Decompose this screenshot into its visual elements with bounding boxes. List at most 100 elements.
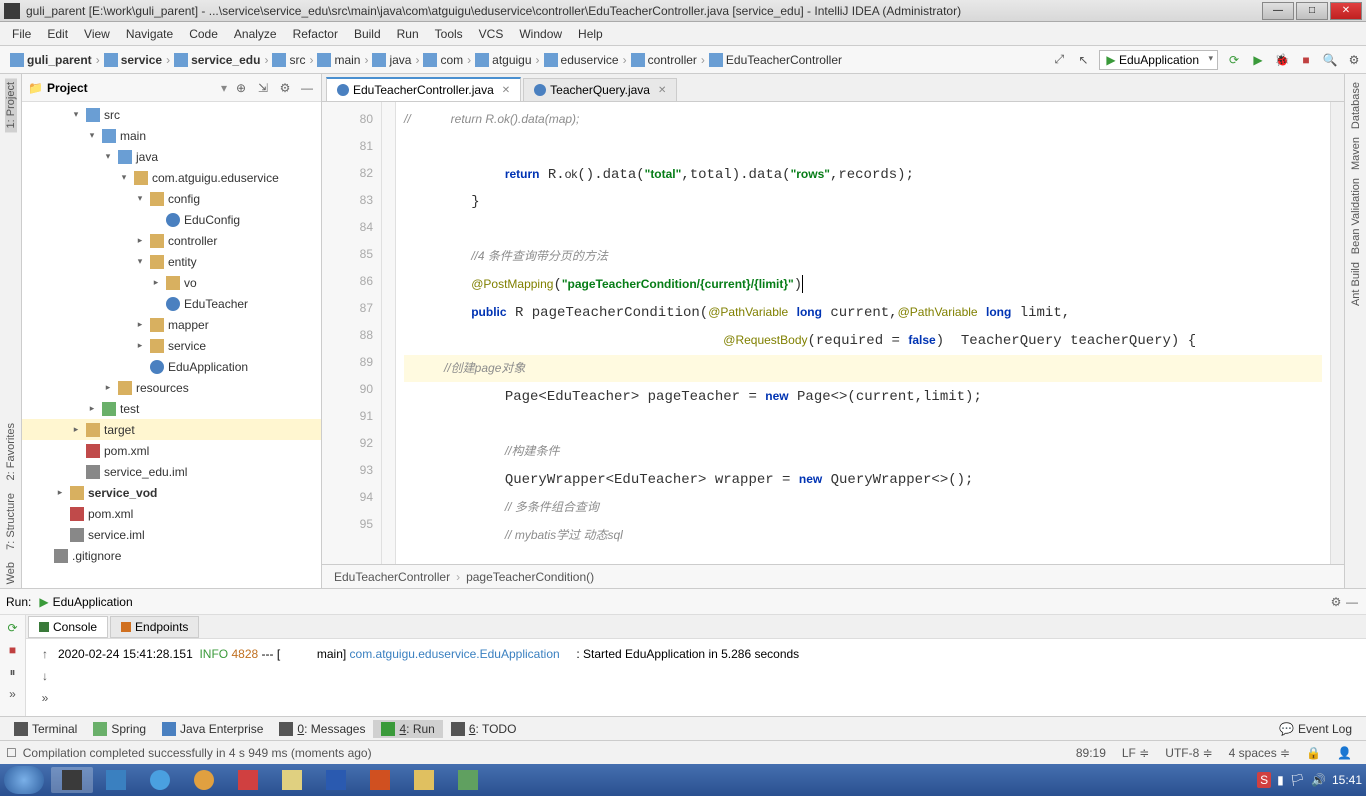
run-config-selector[interactable]: ▶ EduApplication bbox=[1099, 50, 1218, 70]
breadcrumb-item[interactable]: atguigu bbox=[469, 51, 537, 69]
tool-ant-build[interactable]: Ant Build bbox=[1350, 258, 1362, 310]
tray-ime-icon[interactable]: S bbox=[1257, 772, 1271, 788]
task-app2[interactable] bbox=[271, 767, 313, 793]
editor-breadcrumb[interactable]: EduTeacherController › pageTeacherCondit… bbox=[322, 564, 1344, 588]
task-ie[interactable] bbox=[139, 767, 181, 793]
line-separator[interactable]: LF ≑ bbox=[1122, 746, 1149, 760]
endpoints-tab[interactable]: Endpoints bbox=[110, 616, 199, 638]
menu-vcs[interactable]: VCS bbox=[471, 25, 512, 43]
event-log-button[interactable]: 💬 Event Log bbox=[1271, 720, 1360, 738]
tray-clock[interactable]: 15:41 bbox=[1332, 773, 1362, 787]
project-tree[interactable]: ▾src▾main▾java▾com.atguigu.eduservice▾co… bbox=[22, 102, 321, 588]
menu-navigate[interactable]: Navigate bbox=[118, 25, 181, 43]
breadcrumb-item[interactable]: guli_parent bbox=[4, 51, 98, 69]
system-tray[interactable]: S ▮ 🏳 🔊 15:41 bbox=[1257, 772, 1362, 788]
tree-item[interactable]: ▾src bbox=[22, 104, 321, 125]
bottom-tool-todo[interactable]: 6: TODO bbox=[443, 720, 525, 738]
editor-scrollbar[interactable] bbox=[1330, 102, 1344, 564]
menu-tools[interactable]: Tools bbox=[427, 25, 471, 43]
tab-close-icon[interactable]: ✕ bbox=[502, 85, 510, 96]
tree-item[interactable]: ▸service_vod bbox=[22, 482, 321, 503]
more-button[interactable]: » bbox=[4, 685, 22, 703]
task-app1[interactable] bbox=[227, 767, 269, 793]
breadcrumb-item[interactable]: EduTeacherController bbox=[703, 51, 848, 69]
code-editor[interactable]: // return R.ok().data(map); return R.ok(… bbox=[396, 102, 1330, 564]
lock-icon[interactable]: 🔒 bbox=[1306, 746, 1321, 760]
menu-refactor[interactable]: Refactor bbox=[285, 25, 346, 43]
maximize-button[interactable]: □ bbox=[1296, 2, 1328, 20]
caret-position[interactable]: 89:19 bbox=[1076, 746, 1106, 760]
tray-network-icon[interactable]: ▮ bbox=[1277, 773, 1284, 787]
tray-volume-icon[interactable]: 🔊 bbox=[1311, 773, 1326, 787]
task-intellij[interactable] bbox=[51, 767, 93, 793]
tool-database[interactable]: Database bbox=[1350, 78, 1362, 133]
start-button[interactable] bbox=[4, 766, 44, 794]
task-vscode[interactable] bbox=[95, 767, 137, 793]
debug-button[interactable]: 🐞 bbox=[1274, 52, 1290, 68]
tree-item[interactable]: ▾config bbox=[22, 188, 321, 209]
tree-item[interactable]: ▸service bbox=[22, 335, 321, 356]
settings-icon[interactable]: ⚙ bbox=[1346, 52, 1362, 68]
locate-icon[interactable]: ⊕ bbox=[233, 80, 249, 96]
tree-item[interactable]: pom.xml bbox=[22, 503, 321, 524]
stop-button[interactable]: ■ bbox=[1298, 52, 1314, 68]
menu-help[interactable]: Help bbox=[570, 25, 611, 43]
bottom-tool-messages[interactable]: 0: Messages bbox=[271, 720, 373, 738]
menu-build[interactable]: Build bbox=[346, 25, 389, 43]
tree-item[interactable]: EduConfig bbox=[22, 209, 321, 230]
run-button[interactable]: ⟳ bbox=[1226, 52, 1242, 68]
tree-item[interactable]: EduTeacher bbox=[22, 293, 321, 314]
tree-item[interactable]: ▸vo bbox=[22, 272, 321, 293]
tree-item[interactable]: pom.xml bbox=[22, 440, 321, 461]
bottom-tool-terminal[interactable]: Terminal bbox=[6, 720, 85, 738]
breadcrumb-item[interactable]: main bbox=[311, 51, 366, 69]
tray-action-icon[interactable]: 🏳 bbox=[1290, 773, 1305, 787]
menu-edit[interactable]: Edit bbox=[39, 25, 76, 43]
fold-gutter[interactable] bbox=[382, 102, 396, 564]
menu-window[interactable]: Window bbox=[511, 25, 570, 43]
nav-back-icon[interactable]: ↖ bbox=[1075, 52, 1091, 68]
breadcrumb-item[interactable]: java bbox=[366, 51, 417, 69]
crumb-class[interactable]: EduTeacherController bbox=[334, 570, 450, 584]
indent-setting[interactable]: 4 spaces ≑ bbox=[1229, 746, 1290, 760]
file-encoding[interactable]: UTF-8 ≑ bbox=[1165, 746, 1212, 760]
tree-item[interactable]: service.iml bbox=[22, 524, 321, 545]
menu-view[interactable]: View bbox=[76, 25, 118, 43]
menu-analyze[interactable]: Analyze bbox=[226, 25, 285, 43]
breadcrumb-item[interactable]: controller bbox=[625, 51, 703, 69]
menu-file[interactable]: File bbox=[4, 25, 39, 43]
tab-eduteachercontroller[interactable]: EduTeacherController.java ✕ bbox=[326, 77, 521, 101]
tool-favorites[interactable]: 2: Favorites bbox=[5, 419, 17, 484]
tree-item[interactable]: .gitignore bbox=[22, 545, 321, 566]
close-button[interactable]: ✕ bbox=[1330, 2, 1362, 20]
task-ppt[interactable] bbox=[359, 767, 401, 793]
tree-item[interactable]: service_edu.iml bbox=[22, 461, 321, 482]
run-hide-icon[interactable]: — bbox=[1344, 594, 1360, 610]
task-chrome[interactable] bbox=[183, 767, 225, 793]
hide-panel-icon[interactable]: — bbox=[299, 80, 315, 96]
scroll-down-icon[interactable]: ↓ bbox=[36, 667, 54, 685]
tree-item[interactable]: ▸test bbox=[22, 398, 321, 419]
tree-item[interactable]: ▸target bbox=[22, 419, 321, 440]
stop-run-button[interactable]: ■ bbox=[4, 641, 22, 659]
line-number-gutter[interactable]: 80818283848586878889909192939495 bbox=[322, 102, 382, 564]
tree-item[interactable]: ▸mapper bbox=[22, 314, 321, 335]
tab-teacherquery[interactable]: TeacherQuery.java ✕ bbox=[523, 78, 677, 101]
menu-run[interactable]: Run bbox=[389, 25, 427, 43]
bottom-tool-javaenterprise[interactable]: Java Enterprise bbox=[154, 720, 271, 738]
tree-item[interactable]: ▸controller bbox=[22, 230, 321, 251]
task-explorer[interactable] bbox=[403, 767, 445, 793]
breadcrumb-item[interactable]: src bbox=[266, 51, 311, 69]
tree-item[interactable]: EduApplication bbox=[22, 356, 321, 377]
minimize-button[interactable]: — bbox=[1262, 2, 1294, 20]
tool-project[interactable]: 1: Project bbox=[5, 78, 17, 132]
tree-item[interactable]: ▾entity bbox=[22, 251, 321, 272]
scroll-up-icon[interactable]: ↑ bbox=[36, 645, 54, 663]
bottom-tool-run[interactable]: 4: Run bbox=[373, 720, 442, 738]
tab-close-icon[interactable]: ✕ bbox=[658, 85, 666, 96]
menu-code[interactable]: Code bbox=[181, 25, 226, 43]
tree-item[interactable]: ▾java bbox=[22, 146, 321, 167]
rerun-button[interactable]: ⟳ bbox=[4, 619, 22, 637]
breadcrumb-item[interactable]: eduservice bbox=[538, 51, 625, 69]
run-play-icon[interactable]: ▶ bbox=[1250, 52, 1266, 68]
